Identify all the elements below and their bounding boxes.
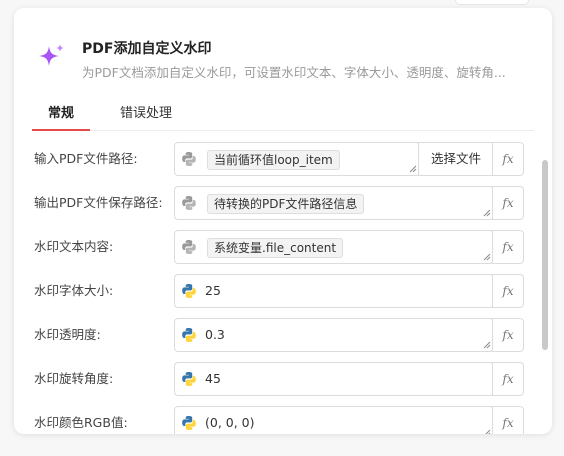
resize-handle-icon[interactable] [483, 209, 491, 217]
form-row-output-path: 输出PDF文件保存路径: 待转换的PDF文件路径信息 fx [14, 186, 552, 220]
panel-title: PDF添加自定义水印 [82, 41, 212, 57]
font-size-field[interactable]: 25 [174, 274, 494, 308]
variable-chip: 系统变量.file_content [207, 238, 344, 258]
watermark-config-panel: PDF添加自定义水印 为PDF文档添加自定义水印，可设置水印文本、字体大小、透明… [14, 8, 552, 434]
tab-error-handling[interactable]: 错误处理 [116, 104, 176, 130]
field-label: 水印颜色RGB值: [34, 415, 128, 430]
opacity-field[interactable]: 0.3 [174, 318, 494, 352]
resize-handle-icon[interactable] [409, 165, 417, 173]
resize-handle-icon[interactable] [483, 341, 491, 349]
scrollbar[interactable] [542, 160, 548, 350]
field-value: 25 [205, 283, 221, 298]
fx-button[interactable]: fx [492, 406, 524, 434]
panel-subtitle: 为PDF文档添加自定义水印，可设置水印文本、字体大小、透明度、旋转角... [82, 65, 506, 80]
field-label: 水印旋转角度: [34, 371, 114, 386]
tab-bar: 常规 错误处理 [32, 104, 534, 131]
resize-handle-icon[interactable] [483, 253, 491, 261]
sparkle-icon [39, 44, 64, 66]
python-icon [182, 240, 196, 254]
watermark-text-field[interactable]: 系统变量.file_content [174, 230, 494, 264]
field-value: 0.3 [205, 327, 225, 342]
choose-file-button[interactable]: 选择文件 [418, 142, 494, 176]
form-row-rotation: 水印旋转角度: 45 fx [14, 362, 552, 396]
variable-chip: 待转换的PDF文件路径信息 [207, 194, 365, 214]
form-row-font-size: 水印字体大小: 25 fx [14, 274, 552, 308]
python-icon [182, 416, 196, 430]
fx-button[interactable]: fx [492, 362, 524, 396]
fx-button[interactable]: fx [492, 274, 524, 308]
form-row-input-path: 输入PDF文件路径: 当前循环值loop_item 选择文件 fx [14, 142, 552, 176]
rotation-field[interactable]: 45 [174, 362, 494, 396]
form-row-watermark-text: 水印文本内容: 系统变量.file_content fx [14, 230, 552, 264]
field-label: 水印透明度: [34, 327, 101, 342]
field-label: 水印文本内容: [34, 239, 114, 254]
field-label: 输出PDF文件保存路径: [34, 195, 163, 210]
fx-button[interactable]: fx [492, 142, 524, 176]
python-icon [182, 328, 196, 342]
form-row-color-rgb: 水印颜色RGB值: (0, 0, 0) fx [14, 406, 552, 434]
python-icon [182, 152, 196, 166]
fx-button[interactable]: fx [492, 230, 524, 264]
python-icon [182, 284, 196, 298]
resize-handle-icon[interactable] [483, 429, 491, 434]
field-label: 水印字体大小: [34, 283, 114, 298]
output-path-field[interactable]: 待转换的PDF文件路径信息 [174, 186, 494, 220]
color-rgb-field[interactable]: (0, 0, 0) [174, 406, 494, 434]
field-value: (0, 0, 0) [205, 415, 255, 430]
tab-general[interactable]: 常规 [32, 104, 90, 131]
python-icon [182, 372, 196, 386]
variable-chip: 当前循环值loop_item [207, 150, 340, 170]
python-icon [182, 196, 196, 210]
input-path-field[interactable]: 当前循环值loop_item [174, 142, 420, 176]
field-value: 45 [205, 371, 221, 386]
form-row-opacity: 水印透明度: 0.3 fx [14, 318, 552, 352]
field-label: 输入PDF文件路径: [34, 151, 138, 166]
fx-button[interactable]: fx [492, 186, 524, 220]
form-scroll-area: 输入PDF文件路径: 当前循环值loop_item 选择文件 fx 输出PDF文… [14, 138, 552, 434]
top-edge-tab [455, 0, 529, 5]
fx-button[interactable]: fx [492, 318, 524, 352]
